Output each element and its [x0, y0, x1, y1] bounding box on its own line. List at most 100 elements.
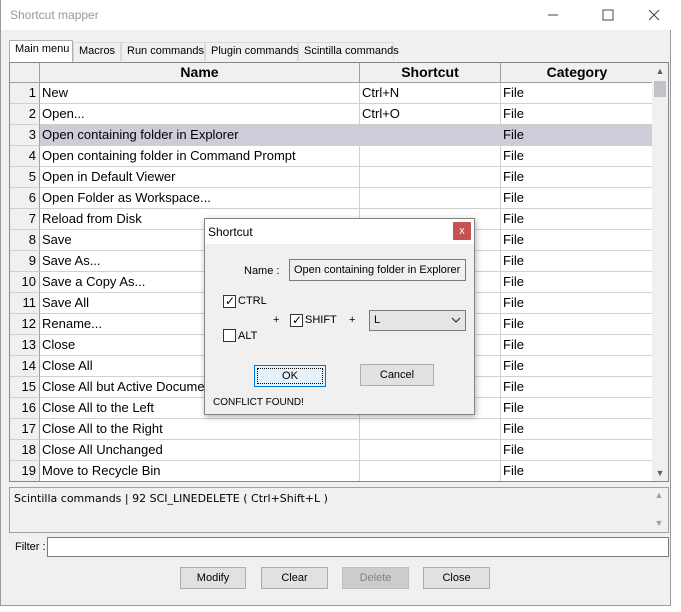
- tab-macros[interactable]: Macros: [73, 42, 121, 61]
- dialog-close-icon[interactable]: x: [453, 222, 471, 240]
- scroll-up-icon[interactable]: ▲: [652, 63, 668, 79]
- table-row[interactable]: 3 Open containing folder in Explorer File: [10, 125, 654, 146]
- plus-sign: +: [273, 314, 280, 326]
- chevron-down-icon: [451, 311, 461, 337]
- name-field: Open containing folder in Explorer: [289, 259, 466, 281]
- table-row[interactable]: 2 Open... Ctrl+O File: [10, 104, 654, 125]
- row-shortcut: [360, 461, 501, 481]
- ok-button[interactable]: OK: [254, 365, 326, 387]
- row-number: 2: [10, 104, 40, 125]
- key-select[interactable]: L: [369, 310, 466, 331]
- row-shortcut: [360, 188, 501, 209]
- row-name: Close All Unchanged: [40, 440, 360, 461]
- row-category: File: [501, 167, 654, 188]
- row-number: 1: [10, 83, 40, 104]
- scroll-down-icon[interactable]: ▼: [652, 465, 668, 481]
- close-button[interactable]: Close: [423, 567, 490, 589]
- maximize-button[interactable]: [585, 0, 631, 30]
- delete-button[interactable]: Delete: [342, 567, 409, 589]
- row-name: Open in Default Viewer: [40, 167, 360, 188]
- row-number: 6: [10, 188, 40, 209]
- shift-label: SHIFT: [305, 314, 337, 326]
- ok-label: OK: [257, 368, 323, 384]
- info-panel: Scintilla commands | 92 SCI_LINEDELETE (…: [9, 487, 669, 533]
- tab-plugin-commands[interactable]: Plugin commands: [205, 42, 298, 61]
- row-category: File: [501, 419, 654, 440]
- minimize-button[interactable]: [530, 0, 576, 30]
- row-number: 17: [10, 419, 40, 440]
- header-category[interactable]: Category: [501, 63, 654, 83]
- table-row[interactable]: 18 Close All Unchanged File: [10, 440, 654, 461]
- table-row[interactable]: 6 Open Folder as Workspace... File: [10, 188, 654, 209]
- row-category: File: [501, 251, 654, 272]
- row-number: 18: [10, 440, 40, 461]
- row-category: File: [501, 188, 654, 209]
- table-row[interactable]: 17 Close All to the Right File: [10, 419, 654, 440]
- row-name: Move to Recycle Bin: [40, 461, 360, 481]
- row-number: 7: [10, 209, 40, 230]
- row-number: 3: [10, 125, 40, 146]
- row-category: File: [501, 398, 654, 419]
- row-category: File: [501, 125, 654, 146]
- ctrl-checkbox[interactable]: ✓: [223, 294, 236, 308]
- plus-sign: +: [349, 314, 356, 326]
- row-name: Open Folder as Workspace...: [40, 188, 360, 209]
- row-shortcut: Ctrl+N: [360, 83, 501, 104]
- scroll-thumb[interactable]: [654, 81, 666, 97]
- conflict-message: CONFLICT FOUND!: [213, 397, 304, 408]
- row-name: Open...: [40, 104, 360, 125]
- row-number: 5: [10, 167, 40, 188]
- info-scroll-up-icon[interactable]: ▲: [651, 490, 667, 500]
- modify-button[interactable]: Modify: [180, 567, 246, 589]
- row-number: 15: [10, 377, 40, 398]
- clear-button[interactable]: Clear: [261, 567, 328, 589]
- row-number: 12: [10, 314, 40, 335]
- maximize-icon: [602, 9, 614, 21]
- table-row[interactable]: 1 New Ctrl+N File: [10, 83, 654, 104]
- window-title: Shortcut mapper: [10, 8, 99, 22]
- row-shortcut: Ctrl+O: [360, 104, 501, 125]
- row-category: File: [501, 272, 654, 293]
- info-scroll-down-icon[interactable]: ▼: [651, 518, 667, 528]
- shift-checkbox[interactable]: ✓: [290, 313, 303, 327]
- checkmark-icon: ✓: [292, 313, 303, 327]
- tab-scintilla-commands[interactable]: Scintilla commands: [298, 42, 399, 61]
- cancel-button[interactable]: Cancel: [360, 364, 434, 386]
- table-row[interactable]: 4 Open containing folder in Command Promp…: [10, 146, 654, 167]
- filter-input[interactable]: [47, 537, 669, 557]
- shortcut-dialog: Shortcut x Name : Open containing folder…: [204, 218, 475, 415]
- row-shortcut: [360, 419, 501, 440]
- row-number: 14: [10, 356, 40, 377]
- filter-label: Filter :: [15, 541, 46, 553]
- alt-label: ALT: [238, 330, 258, 342]
- close-window-button[interactable]: [631, 0, 677, 30]
- row-name: New: [40, 83, 360, 104]
- key-select-value: L: [374, 314, 381, 326]
- minimize-icon: [548, 14, 558, 16]
- tab-main-menu[interactable]: Main menu: [9, 40, 73, 62]
- row-number: 9: [10, 251, 40, 272]
- dialog-title: Shortcut: [208, 225, 253, 239]
- row-category: File: [501, 314, 654, 335]
- dialog-title-bar: Shortcut x: [205, 219, 474, 244]
- row-number: 19: [10, 461, 40, 481]
- header-name[interactable]: Name: [40, 63, 360, 83]
- row-category: File: [501, 356, 654, 377]
- row-shortcut: [360, 167, 501, 188]
- row-shortcut: [360, 440, 501, 461]
- table-row[interactable]: 5 Open in Default Viewer File: [10, 167, 654, 188]
- info-scrollbar[interactable]: ▲ ▼: [651, 489, 667, 531]
- table-row[interactable]: 19 Move to Recycle Bin File: [10, 461, 654, 481]
- row-category: File: [501, 104, 654, 125]
- close-icon: [648, 9, 660, 21]
- row-number: 10: [10, 272, 40, 293]
- row-name: Open containing folder in Explorer: [40, 125, 360, 146]
- row-category: File: [501, 461, 654, 481]
- alt-checkbox[interactable]: [223, 329, 236, 342]
- checkmark-icon: ✓: [225, 294, 236, 308]
- grid-scrollbar[interactable]: ▲ ▼: [652, 63, 668, 481]
- title-bar: Shortcut mapper: [1, 0, 671, 30]
- tab-run-commands[interactable]: Run commands: [121, 42, 205, 61]
- row-name: Open containing folder in Command Prompt: [40, 146, 360, 167]
- header-shortcut[interactable]: Shortcut: [360, 63, 501, 83]
